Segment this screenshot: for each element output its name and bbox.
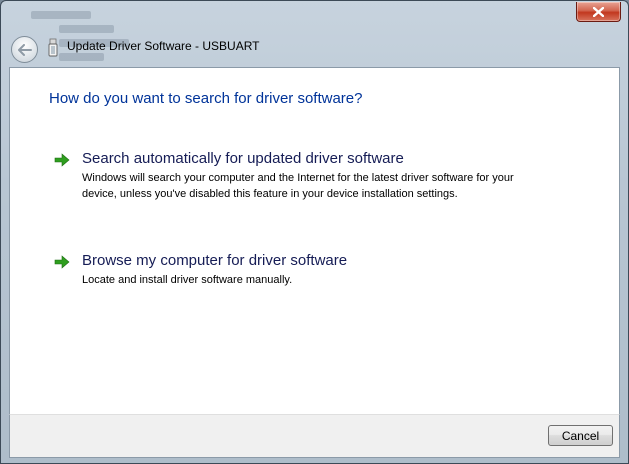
search-automatically-option[interactable]: Search automatically for updated driver … [54, 150, 524, 218]
green-arrow-icon [54, 255, 70, 269]
option-title: Browse my computer for driver software [82, 252, 348, 269]
back-arrow-icon [17, 43, 32, 56]
content-panel: How do you want to search for driver sof… [9, 67, 620, 415]
browse-computer-option[interactable]: Browse my computer for driver software L… [54, 252, 524, 292]
back-button[interactable] [11, 36, 38, 63]
green-arrow-icon [54, 153, 70, 167]
dialog-footer: Cancel [9, 414, 620, 458]
option-description: Locate and install driver software manua… [82, 274, 293, 286]
close-button[interactable] [576, 2, 621, 22]
option-title: Search automatically for updated driver … [82, 150, 404, 167]
background-window-ghost [19, 3, 319, 65]
page-heading: How do you want to search for driver sof… [49, 90, 363, 107]
usb-device-icon [48, 38, 58, 57]
option-description: Windows will search your computer and th… [82, 172, 514, 200]
dialog-window: Update Driver Software - USBUART How do … [0, 0, 629, 464]
window-title: Update Driver Software - USBUART [67, 39, 260, 53]
cancel-button[interactable]: Cancel [548, 425, 613, 446]
close-icon [593, 6, 604, 17]
